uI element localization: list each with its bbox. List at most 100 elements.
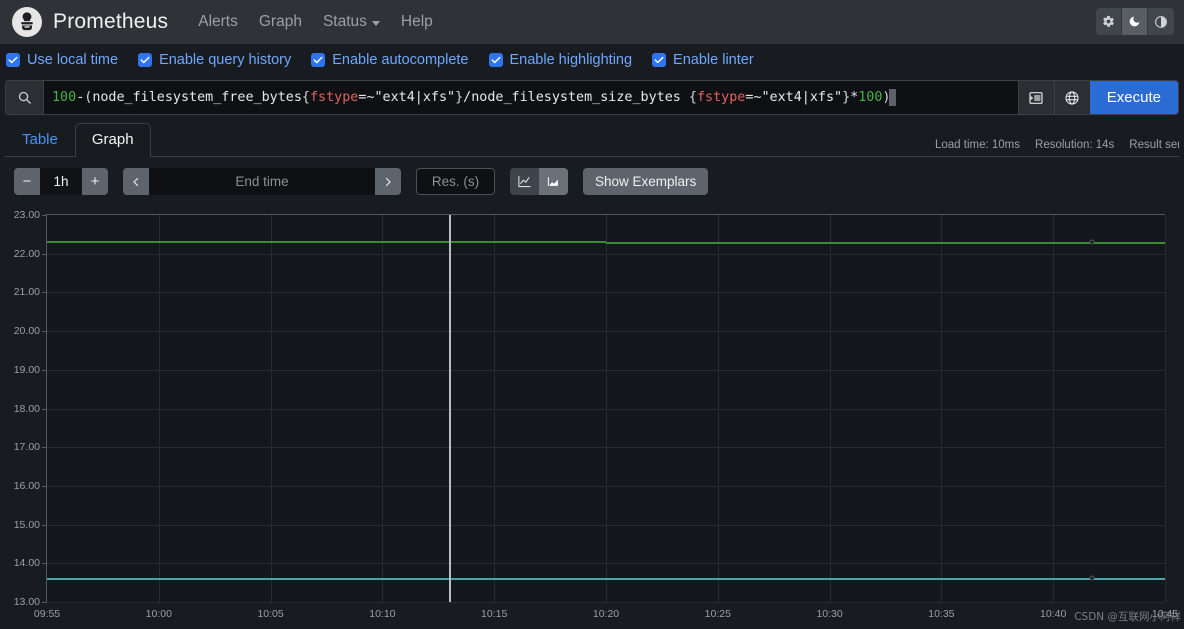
x-axis-tick-label: 10:20 [592,608,620,620]
series-line-1 [941,578,1054,580]
series-line-0 [941,242,1054,245]
gridline-vertical [382,215,384,602]
query-token: 100 [52,90,77,105]
resolution: Resolution: 14s [1035,139,1115,151]
show-exemplars-button[interactable]: Show Exemplars [583,168,709,195]
series-line-1 [270,578,383,580]
series-line-0 [829,242,942,245]
gridline-vertical [606,215,607,602]
y-axis-tick-mark [42,408,47,410]
series-line-0 [270,240,383,243]
y-axis-tick-mark [42,369,47,371]
series-line-1 [1053,578,1165,580]
gridline-vertical [270,215,272,602]
y-axis-tick-label: 13.00 [13,596,40,608]
series-line-0 [494,241,606,244]
gridline-vertical [494,215,496,602]
checkbox-checked-icon[interactable] [138,52,153,67]
gridline-vertical [1053,215,1055,602]
query-token: "ext4|xfs" [761,90,843,105]
tab-table[interactable]: Table [5,123,75,156]
option-use-local-time[interactable]: Use local time [6,52,118,68]
graph-panel: 23.00 22.00 21.00 20.00 19.00 18.00 17.00 16.00… [0,205,1184,625]
option-enable-autocomplete[interactable]: Enable autocomplete [311,52,469,68]
caret-down-icon [371,20,380,26]
resolution-input[interactable]: Res. (s) [416,168,495,195]
query-status: Load time: 10ms Resolution: 14s Result s… [935,139,1179,151]
checkbox-checked-icon[interactable] [488,52,503,67]
chevron-right-icon[interactable] [375,168,401,195]
search-icon [6,81,44,114]
series-line-1 [606,578,718,580]
query-bar: 100-(node_filesystem_free_bytes{fstype=~… [5,80,1179,115]
range-increase-button[interactable]: + [82,168,108,195]
query-input[interactable]: 100-(node_filesystem_free_bytes{fstype=~… [44,81,1018,114]
nav-link-alerts[interactable]: Alerts [198,13,238,31]
chevron-left-icon[interactable] [123,168,149,195]
graph-controls: − 1h + End time Res. (s) Show Exemplars [0,157,1184,205]
nav-link-graph-label: Graph [258,13,302,30]
query-token: { [688,90,697,105]
y-axis-tick-label: 17.00 [13,441,40,454]
query-token: "ext4|xfs" [374,90,456,105]
option-enable-linter[interactable]: Enable linter [652,52,754,68]
option-label: Enable query history [159,51,292,68]
option-label: Enable linter [673,51,754,68]
series-line-1 [494,578,606,580]
query-token: fstype [309,90,359,105]
range-input[interactable]: 1h [40,168,82,195]
execute-button[interactable]: Execute [1089,81,1178,114]
options-row: Use local time Enable query history Enab… [0,44,1184,75]
series-point-marker [1089,239,1095,245]
y-axis-tick-mark [42,292,47,294]
prometheus-torch-icon [12,7,42,37]
text-cursor [889,89,897,106]
gridline-horizontal [47,602,1165,603]
nav-link-graph[interactable]: Graph [259,13,302,31]
query-token: fstype [696,90,746,105]
line-chart-icon[interactable] [510,168,539,195]
gridline-vertical [829,215,831,602]
metrics-list-icon[interactable] [1017,81,1054,114]
checkbox-checked-icon[interactable] [6,52,20,67]
series-line-1 [829,578,942,580]
nav-links: Alerts Graph Status Help [198,13,433,31]
option-enable-highlighting[interactable]: Enable highlighting [488,51,633,68]
option-label: Enable highlighting [509,51,633,68]
query-token: { [301,90,310,105]
contrast-icon[interactable] [1148,8,1174,35]
query-token: =~ [745,90,762,105]
y-axis-tick-label: 19.00 [13,363,40,376]
checkbox-checked-icon[interactable] [311,52,326,67]
stacked-area-icon[interactable] [539,168,568,195]
crosshair [449,215,451,602]
brand[interactable]: Prometheus [12,7,168,37]
gear-icon[interactable] [1096,8,1122,35]
nav-link-help[interactable]: Help [401,13,433,31]
y-axis-tick-mark [42,524,47,526]
option-enable-query-history[interactable]: Enable query history [138,52,291,68]
y-axis-tick-label: 20.00 [13,325,40,338]
range-decrease-button[interactable]: − [14,168,40,195]
series-line-1 [717,578,830,580]
nav-link-help-label: Help [400,13,433,30]
query-token: * [850,90,859,105]
y-axis-tick-label: 21.00 [13,286,40,299]
series-line-1 [158,578,271,580]
end-time-input[interactable]: End time [149,168,375,195]
globe-icon[interactable] [1053,81,1090,114]
moon-icon[interactable] [1122,8,1148,35]
checkbox-checked-icon[interactable] [652,52,667,67]
x-axis-tick-label: 10:35 [928,608,955,620]
query-token: node_filesystem_free_bytes [92,90,302,105]
x-axis-tick-label: 10:30 [816,608,843,620]
tab-graph[interactable]: Graph [74,123,151,157]
chart-plot-area[interactable]: 23.00 22.00 21.00 20.00 19.00 18.00 17.00 16.00… [14,209,1178,620]
nav-link-alerts-label: Alerts [198,13,238,30]
gridline-vertical [717,215,719,602]
series-point-marker [1089,575,1095,581]
query-token: =~ [358,90,375,105]
y-axis-tick-label: 15.00 [13,518,40,531]
y-axis-tick-label: 16.00 [13,479,40,492]
nav-link-status[interactable]: Status [323,13,380,31]
